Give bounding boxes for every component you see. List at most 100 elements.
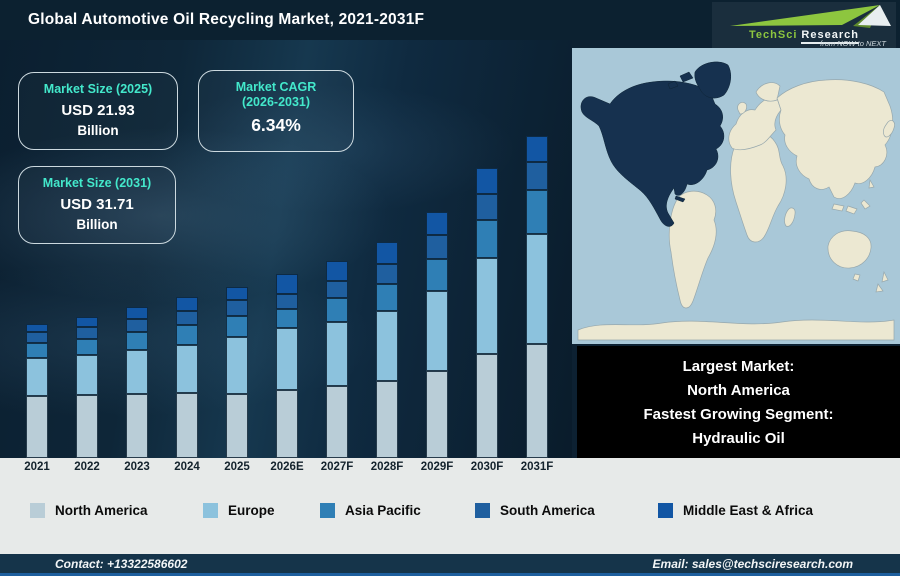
bar-segment-middle-east-africa-2029F bbox=[426, 212, 448, 235]
bar-segment-middle-east-africa-2030F bbox=[476, 168, 498, 194]
bar-segment-asia-pacific-2030F bbox=[476, 220, 498, 258]
axis-label-2028F: 2028F bbox=[371, 461, 404, 473]
bar-segment-europe-2021 bbox=[26, 358, 48, 396]
market-size-2025-title: Market Size (2025) bbox=[19, 82, 177, 96]
bar-segment-south-america-2029F bbox=[426, 235, 448, 259]
legend-swatch bbox=[203, 503, 218, 518]
bar-segment-asia-pacific-2029F bbox=[426, 259, 448, 291]
market-cagr-subtitle: (2026-2031) bbox=[199, 95, 353, 109]
bar-segment-asia-pacific-2028F bbox=[376, 284, 398, 311]
bar-segment-asia-pacific-2027F bbox=[326, 298, 348, 322]
bar-segment-asia-pacific-2031F bbox=[526, 190, 548, 234]
bar-segment-north-america-2030F bbox=[476, 354, 498, 458]
market-size-2031-box: Market Size (2031) USD 31.71 Billion bbox=[18, 166, 176, 244]
caption-line-1: Largest Market: bbox=[577, 355, 900, 379]
legend-item-europe: Europe bbox=[203, 503, 275, 518]
bar-segment-asia-pacific-2026E bbox=[276, 309, 298, 328]
bar-segment-europe-2030F bbox=[476, 258, 498, 354]
bottom-area: 202120222023202420252026E2027F2028F2029F… bbox=[0, 458, 900, 554]
market-size-2031-value: USD 31.71 bbox=[19, 196, 175, 213]
bar-segment-north-america-2026E bbox=[276, 390, 298, 458]
bar-2030F bbox=[476, 168, 498, 458]
caption-line-3: Fastest Growing Segment: bbox=[577, 403, 900, 427]
bar-segment-south-america-2022 bbox=[76, 327, 98, 339]
axis-label-2026E: 2026E bbox=[270, 461, 303, 473]
legend-label: Middle East & Africa bbox=[683, 503, 813, 518]
bar-segment-north-america-2022 bbox=[76, 395, 98, 458]
bar-segment-europe-2028F bbox=[376, 311, 398, 381]
axis-label-2030F: 2030F bbox=[471, 461, 504, 473]
techsci-logo: TechSciResearch from NOW to NEXT bbox=[712, 2, 896, 48]
bar-segment-asia-pacific-2022 bbox=[76, 339, 98, 355]
market-size-2025-box: Market Size (2025) USD 21.93 Billion bbox=[18, 72, 178, 150]
bar-segment-europe-2027F bbox=[326, 322, 348, 386]
bar-2027F bbox=[326, 261, 348, 458]
bar-segment-south-america-2030F bbox=[476, 194, 498, 220]
world-map-svg bbox=[572, 48, 900, 344]
bar-segment-europe-2025 bbox=[226, 337, 248, 394]
axis-label-2023: 2023 bbox=[124, 461, 150, 473]
bar-2028F bbox=[376, 242, 398, 458]
bar-segment-middle-east-africa-2031F bbox=[526, 136, 548, 162]
axis-label-2029F: 2029F bbox=[421, 461, 454, 473]
logo-techsci-text: TechSci bbox=[749, 29, 797, 41]
bar-2031F bbox=[526, 136, 548, 458]
bar-segment-north-america-2029F bbox=[426, 371, 448, 458]
bar-segment-europe-2023 bbox=[126, 350, 148, 394]
contact-phone: Contact: +13322586602 bbox=[55, 557, 187, 571]
legend-swatch bbox=[475, 503, 490, 518]
market-size-2031-title: Market Size (2031) bbox=[19, 176, 175, 190]
bar-segment-middle-east-africa-2026E bbox=[276, 274, 298, 294]
bar-segment-asia-pacific-2025 bbox=[226, 316, 248, 337]
legend-item-north-america: North America bbox=[30, 503, 148, 518]
market-cagr-box: Market CAGR (2026-2031) 6.34% bbox=[198, 70, 354, 152]
axis-label-2022: 2022 bbox=[74, 461, 100, 473]
market-cagr-title: Market CAGR bbox=[199, 80, 353, 94]
contact-email: Email: sales@techsciresearch.com bbox=[653, 557, 853, 571]
legend-item-asia-pacific: Asia Pacific bbox=[320, 503, 421, 518]
largest-market-caption: Largest Market: North America Fastest Gr… bbox=[577, 346, 900, 458]
market-size-2025-unit: Billion bbox=[19, 123, 177, 138]
bar-segment-middle-east-africa-2023 bbox=[126, 307, 148, 319]
legend-item-middle-east-africa: Middle East & Africa bbox=[658, 503, 813, 518]
market-cagr-value: 6.34% bbox=[199, 115, 353, 136]
bar-segment-europe-2031F bbox=[526, 234, 548, 344]
bar-segment-north-america-2031F bbox=[526, 344, 548, 458]
bar-segment-asia-pacific-2023 bbox=[126, 332, 148, 350]
bar-segment-middle-east-africa-2027F bbox=[326, 261, 348, 281]
logo-tagline: from NOW to NEXT bbox=[820, 39, 886, 48]
bar-segment-south-america-2026E bbox=[276, 294, 298, 309]
axis-label-2025: 2025 bbox=[224, 461, 250, 473]
bar-segment-asia-pacific-2024 bbox=[176, 325, 198, 345]
bar-segment-europe-2026E bbox=[276, 328, 298, 390]
bar-segment-south-america-2021 bbox=[26, 332, 48, 343]
market-size-2025-value: USD 21.93 bbox=[19, 102, 177, 119]
bar-2022 bbox=[76, 317, 98, 458]
bar-segment-middle-east-africa-2022 bbox=[76, 317, 98, 327]
bar-segment-south-america-2028F bbox=[376, 264, 398, 284]
bar-segment-middle-east-africa-2024 bbox=[176, 297, 198, 311]
bar-segment-europe-2024 bbox=[176, 345, 198, 393]
caption-line-4: Hydraulic Oil bbox=[577, 427, 900, 451]
legend-swatch bbox=[30, 503, 45, 518]
bar-segment-south-america-2031F bbox=[526, 162, 548, 190]
legend-swatch bbox=[320, 503, 335, 518]
bar-segment-europe-2029F bbox=[426, 291, 448, 371]
legend-item-south-america: South America bbox=[475, 503, 595, 518]
bar-2029F bbox=[426, 212, 448, 458]
bar-segment-north-america-2023 bbox=[126, 394, 148, 458]
bar-2024 bbox=[176, 297, 198, 458]
legend-swatch bbox=[658, 503, 673, 518]
bar-segment-middle-east-africa-2028F bbox=[376, 242, 398, 264]
legend-label: North America bbox=[55, 503, 148, 518]
bar-segment-south-america-2023 bbox=[126, 319, 148, 332]
axis-label-2024: 2024 bbox=[174, 461, 200, 473]
legend-label: Asia Pacific bbox=[345, 503, 421, 518]
bar-segment-north-america-2024 bbox=[176, 393, 198, 458]
bar-segment-north-america-2027F bbox=[326, 386, 348, 458]
bar-segment-north-america-2028F bbox=[376, 381, 398, 458]
market-size-2031-unit: Billion bbox=[19, 217, 175, 232]
bar-2025 bbox=[226, 287, 248, 458]
bar-segment-south-america-2024 bbox=[176, 311, 198, 325]
legend-label: Europe bbox=[228, 503, 275, 518]
